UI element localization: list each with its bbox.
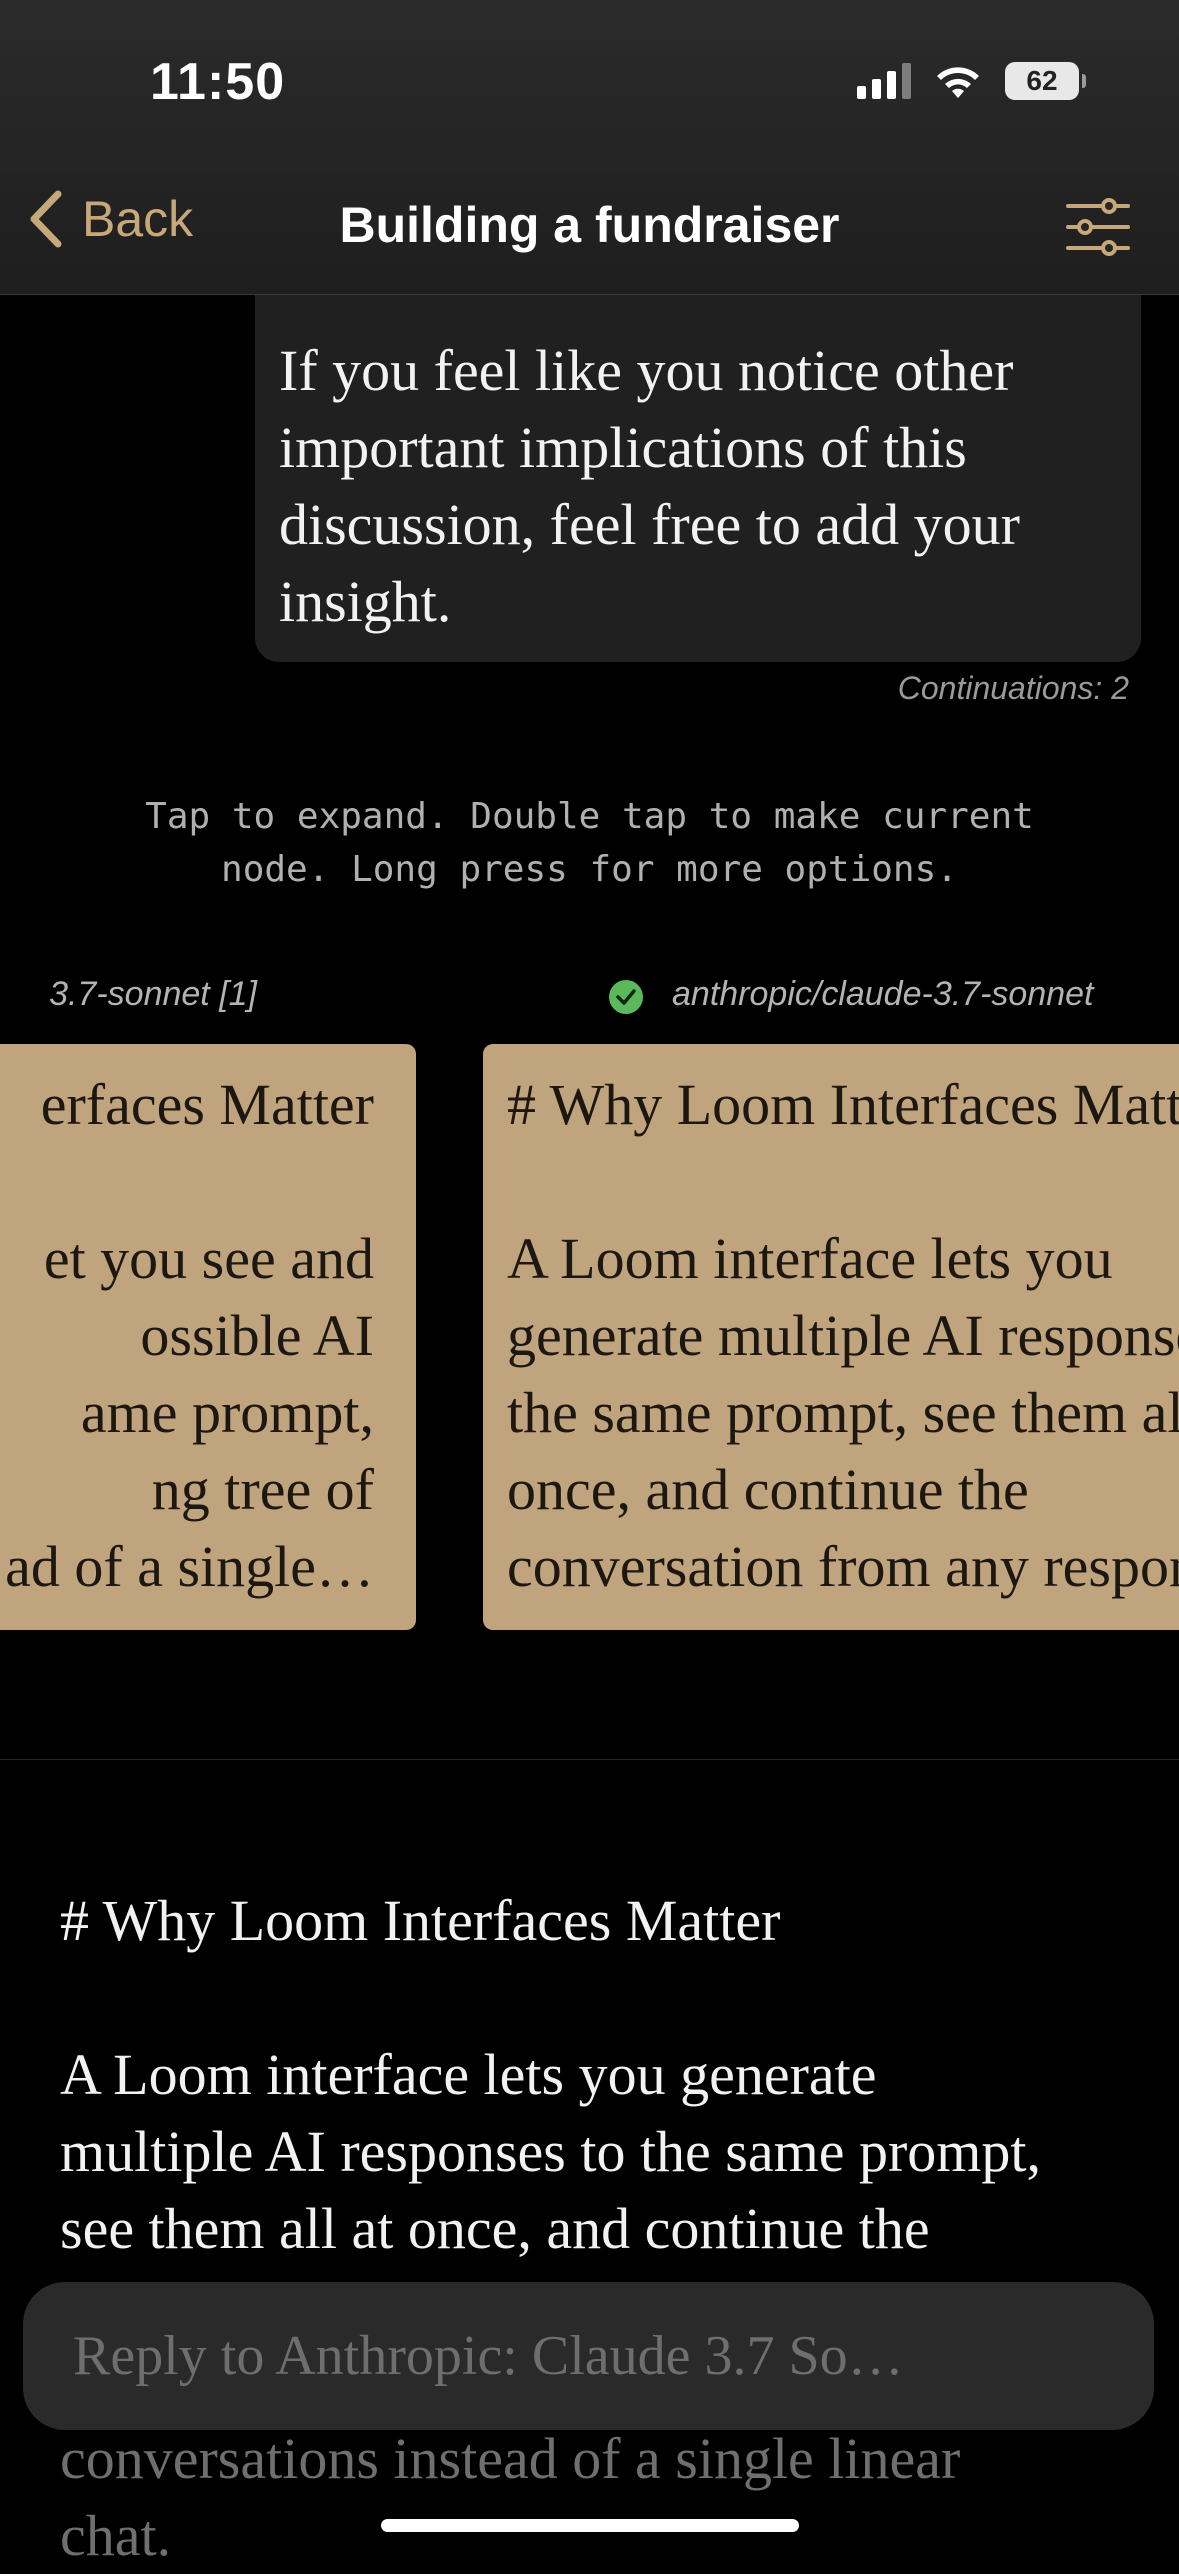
response-line: A Loom interface lets you generate bbox=[60, 2042, 877, 2107]
card-line bbox=[507, 1143, 1179, 1220]
settings-button[interactable] bbox=[1065, 196, 1131, 263]
card-line: et you see and bbox=[43, 1226, 374, 1291]
section-divider bbox=[0, 1759, 1179, 1760]
message-line: important implications of this bbox=[279, 415, 967, 480]
branch-model-label-left: 3.7-sonnet [1] bbox=[49, 975, 257, 1013]
card-line: the same prompt, see them all at bbox=[507, 1380, 1179, 1445]
response-line: multiple AI responses to the same prompt… bbox=[60, 2119, 1042, 2184]
response-line: see them all at once, and continue the bbox=[60, 2196, 930, 2261]
cellular-signal-icon bbox=[857, 63, 911, 99]
card-line: ad of a single… bbox=[5, 1534, 374, 1599]
user-message-bubble[interactable]: If you feel like you notice other import… bbox=[255, 294, 1141, 662]
message-line: insight. bbox=[279, 569, 452, 634]
response-heading: # Why Loom Interfaces Matter bbox=[60, 1888, 781, 1953]
card-line: ng tree of bbox=[151, 1457, 374, 1522]
card-line: generate multiple AI responses to bbox=[507, 1303, 1179, 1368]
hint-line: node. Long press for more options. bbox=[221, 849, 958, 890]
status-time: 11:50 bbox=[150, 53, 286, 111]
page-title: Building a fundraiser bbox=[339, 197, 840, 253]
card-line: ossible AI bbox=[140, 1303, 374, 1368]
card-line: # Why Loom Interfaces Matter bbox=[507, 1072, 1179, 1137]
home-indicator[interactable] bbox=[381, 2519, 799, 2532]
reply-box[interactable] bbox=[23, 2282, 1154, 2430]
branch-card-left[interactable]: erfaces Matter et you see and ossible AI… bbox=[0, 1044, 416, 1630]
status-icons: 62 bbox=[857, 62, 1086, 100]
top-bar: 11:50 62 Back Building a fundraiser bbox=[0, 0, 1179, 295]
battery-icon: 62 bbox=[1005, 62, 1086, 100]
reply-input[interactable] bbox=[71, 2323, 1154, 2389]
card-line bbox=[5, 1143, 374, 1220]
hint-line: Tap to expand. Double tap to make curren… bbox=[145, 796, 1034, 837]
card-line: erfaces Matter bbox=[40, 1072, 374, 1137]
message-line: discussion, feel free to add your bbox=[279, 492, 1020, 557]
check-circle-icon bbox=[609, 980, 643, 1014]
response-continued: conversations instead of a single linear… bbox=[60, 2420, 1140, 2574]
branch-card-right[interactable]: # Why Loom Interfaces Matter A Loom inte… bbox=[483, 1044, 1179, 1630]
message-line: If you feel like you notice other bbox=[279, 338, 1014, 403]
card-line: once, and continue the bbox=[507, 1457, 1029, 1522]
card-line: conversation from any response bbox=[507, 1534, 1179, 1599]
response-spacer bbox=[60, 1959, 1140, 2036]
wifi-icon bbox=[937, 67, 979, 98]
card-line: A Loom interface lets you bbox=[507, 1226, 1113, 1291]
card-line: ame prompt, bbox=[80, 1380, 374, 1445]
usage-hint: Tap to expand. Double tap to make curren… bbox=[60, 790, 1119, 896]
continuations-count: Continuations: 2 bbox=[897, 670, 1129, 706]
branch-model-label-right: anthropic/claude-3.7-sonnet bbox=[672, 975, 1094, 1013]
assistant-response: # Why Loom Interfaces Matter A Loom inte… bbox=[60, 1882, 1140, 2267]
response-line: chat. bbox=[60, 2503, 172, 2568]
sliders-icon bbox=[1066, 198, 1130, 256]
response-line: conversations instead of a single linear bbox=[60, 2426, 961, 2491]
